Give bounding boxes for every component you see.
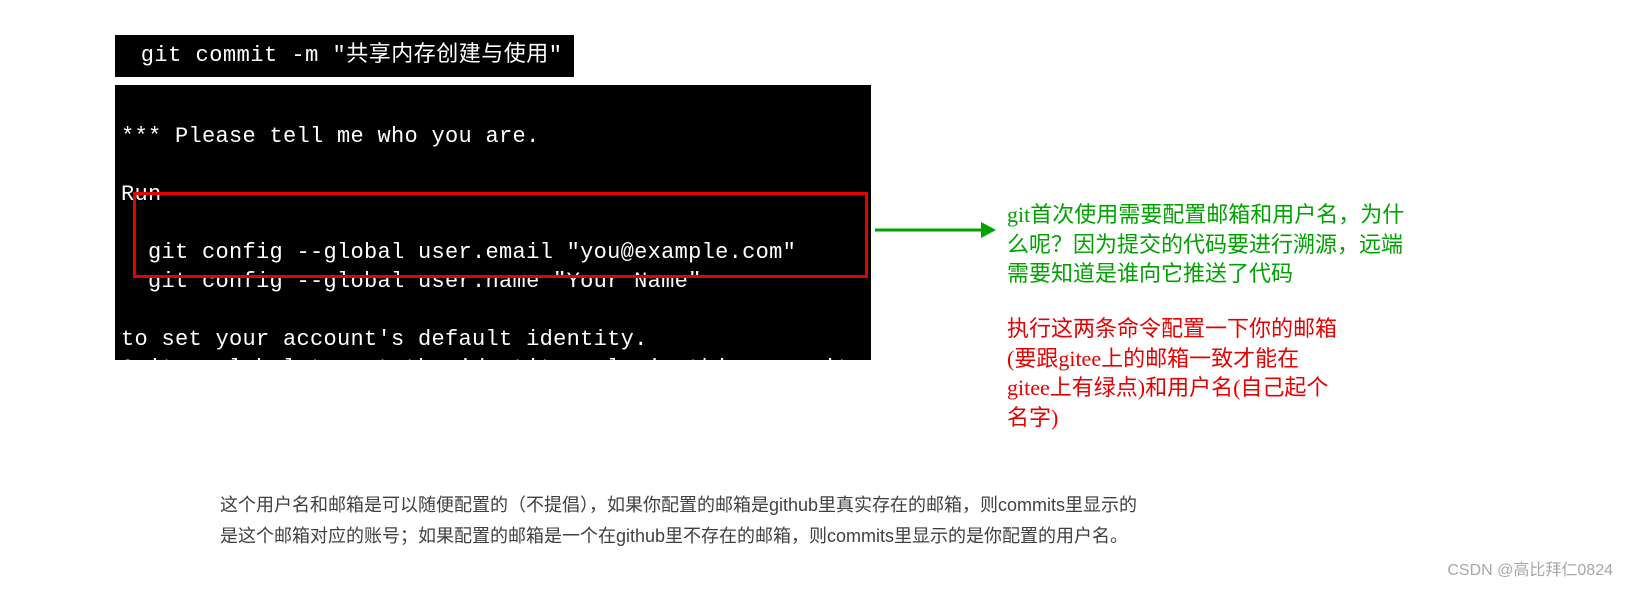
watermark: CSDN @高比拜仁0824 [1447, 556, 1613, 580]
terminal-line: to set your account's default identity. [121, 327, 648, 352]
terminal-line: git config --global user.email "you@exam… [121, 240, 796, 265]
annotation-green: git首次使用需要配置邮箱和用户名，为什么呢？因为提交的代码要进行溯源，远端需要… [1007, 200, 1407, 289]
document-canvas: git commit -m "共享内存创建与使用" *** Please tel… [0, 0, 1625, 590]
terminal-line: Run [121, 182, 162, 207]
terminal-line: *** Please tell me who you are. [121, 124, 540, 149]
arrow-right-icon [873, 218, 996, 242]
terminal-line: git config --global user.name "Your Name… [121, 269, 702, 294]
annotation-red: 执行这两条命令配置一下你的邮箱(要跟gitee上的邮箱一致才能在gitee上有绿… [1007, 314, 1337, 433]
body-paragraph: 这个用户名和邮箱是可以随便配置的（不提倡），如果你配置的邮箱是github里真实… [220, 490, 1140, 551]
command-bar: git commit -m "共享内存创建与使用" [115, 35, 574, 77]
terminal-line: Omit --global to set the identity only i… [121, 356, 904, 381]
terminal-output: *** Please tell me who you are. Run git … [115, 85, 871, 360]
